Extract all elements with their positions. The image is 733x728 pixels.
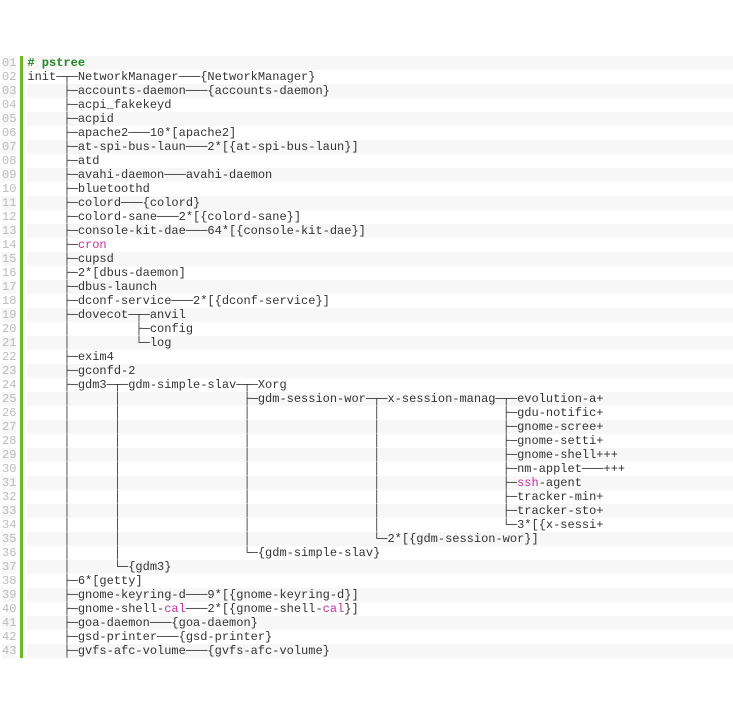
code-line: │ │ │ │ └─3*[{x-sessi+ (27, 518, 733, 532)
line-number: 08 (2, 154, 16, 168)
code-line: ├─gnome-keyring-d───9*[{gnome-keyring-d}… (27, 588, 733, 602)
code-line: ├─gsd-printer───{gsd-printer} (27, 630, 733, 644)
line-number: 26 (2, 406, 16, 420)
line-number: 27 (2, 420, 16, 434)
line-number: 36 (2, 546, 16, 560)
code-line: ├─gconfd-2 (27, 364, 733, 378)
code-line: │ │ │ │ ├─gdu-notific+ (27, 406, 733, 420)
line-number: 02 (2, 70, 16, 84)
code-line: ├─6*[getty] (27, 574, 733, 588)
code-line: ├─dbus-launch (27, 280, 733, 294)
code-line: ├─acpi_fakekeyd (27, 98, 733, 112)
line-number: 09 (2, 168, 16, 182)
code-line: init─┬─NetworkManager───{NetworkManager} (27, 70, 733, 84)
line-number: 33 (2, 504, 16, 518)
code-line: ├─dconf-service───2*[{dconf-service}] (27, 294, 733, 308)
line-number: 38 (2, 574, 16, 588)
code-line: ├─dovecot─┬─anvil (27, 308, 733, 322)
code-line: ├─console-kit-dae───64*[{console-kit-dae… (27, 224, 733, 238)
line-number: 41 (2, 616, 16, 630)
code-line: │ └─{gdm3} (27, 560, 733, 574)
line-number: 11 (2, 196, 16, 210)
code-line: ├─bluetoothd (27, 182, 733, 196)
line-number: 12 (2, 210, 16, 224)
code-line: ├─goa-daemon───{goa-daemon} (27, 616, 733, 630)
line-number: 30 (2, 462, 16, 476)
line-number: 22 (2, 350, 16, 364)
code-line: # pstree (27, 56, 733, 70)
line-number: 20 (2, 322, 16, 336)
line-number: 23 (2, 364, 16, 378)
code-line: ├─2*[dbus-daemon] (27, 266, 733, 280)
line-number: 06 (2, 126, 16, 140)
code-line: ├─gdm3─┬─gdm-simple-slav─┬─Xorg (27, 378, 733, 392)
code-line: │ │ ├─gdm-session-wor─┬─x-session-manag─… (27, 392, 733, 406)
code-line: │ │ └─{gdm-simple-slav} (27, 546, 733, 560)
line-number: 42 (2, 630, 16, 644)
code-line: ├─gvfs-afc-volume───{gvfs-afc-volume} (27, 644, 733, 658)
line-number: 05 (2, 112, 16, 126)
line-number: 40 (2, 602, 16, 616)
code-line: ├─exim4 (27, 350, 733, 364)
line-number: 31 (2, 476, 16, 490)
line-number: 04 (2, 98, 16, 112)
code-line: │ │ │ │ ├─tracker-sto+ (27, 504, 733, 518)
code-line: ├─acpid (27, 112, 733, 126)
line-number: 28 (2, 434, 16, 448)
line-number: 07 (2, 140, 16, 154)
line-number: 16 (2, 266, 16, 280)
code-line: ├─at-spi-bus-laun───2*[{at-spi-bus-laun}… (27, 140, 733, 154)
line-number: 37 (2, 560, 16, 574)
line-number: 35 (2, 532, 16, 546)
code-line: │ │ │ │ ├─tracker-min+ (27, 490, 733, 504)
line-number: 29 (2, 448, 16, 462)
line-number: 32 (2, 490, 16, 504)
line-number: 34 (2, 518, 16, 532)
line-number: 19 (2, 308, 16, 322)
line-number: 01 (2, 56, 16, 70)
line-number: 10 (2, 182, 16, 196)
line-number: 21 (2, 336, 16, 350)
code-block: 0102030405060708091011121314151617181920… (0, 56, 733, 658)
line-number: 25 (2, 392, 16, 406)
code-line: │ └─log (27, 336, 733, 350)
line-number: 43 (2, 644, 16, 658)
code-line: │ │ │ │ ├─nm-applet───+++ (27, 462, 733, 476)
code-line: │ │ │ │ ├─ssh-agent (27, 476, 733, 490)
code-line: │ │ │ └─2*[{gdm-session-wor}] (27, 532, 733, 546)
code-line: ├─colord-sane───2*[{colord-sane}] (27, 210, 733, 224)
code-line: │ │ │ │ ├─gnome-setti+ (27, 434, 733, 448)
line-number-gutter: 0102030405060708091011121314151617181920… (0, 56, 23, 658)
code-line: ├─accounts-daemon───{accounts-daemon} (27, 84, 733, 98)
code-line: ├─cron (27, 238, 733, 252)
code-line: ├─gnome-shell-cal───2*[{gnome-shell-cal}… (27, 602, 733, 616)
code-content: # pstreeinit─┬─NetworkManager───{Network… (23, 56, 733, 658)
code-line: │ │ │ │ ├─gnome-shell+++ (27, 448, 733, 462)
line-number: 13 (2, 224, 16, 238)
line-number: 39 (2, 588, 16, 602)
code-line: │ ├─config (27, 322, 733, 336)
code-line: │ │ │ │ ├─gnome-scree+ (27, 420, 733, 434)
code-line: ├─cupsd (27, 252, 733, 266)
line-number: 24 (2, 378, 16, 392)
line-number: 17 (2, 280, 16, 294)
line-number: 18 (2, 294, 16, 308)
code-line: ├─apache2───10*[apache2] (27, 126, 733, 140)
code-line: ├─avahi-daemon───avahi-daemon (27, 168, 733, 182)
code-line: ├─colord───{colord} (27, 196, 733, 210)
code-line: ├─atd (27, 154, 733, 168)
line-number: 15 (2, 252, 16, 266)
line-number: 14 (2, 238, 16, 252)
line-number: 03 (2, 84, 16, 98)
